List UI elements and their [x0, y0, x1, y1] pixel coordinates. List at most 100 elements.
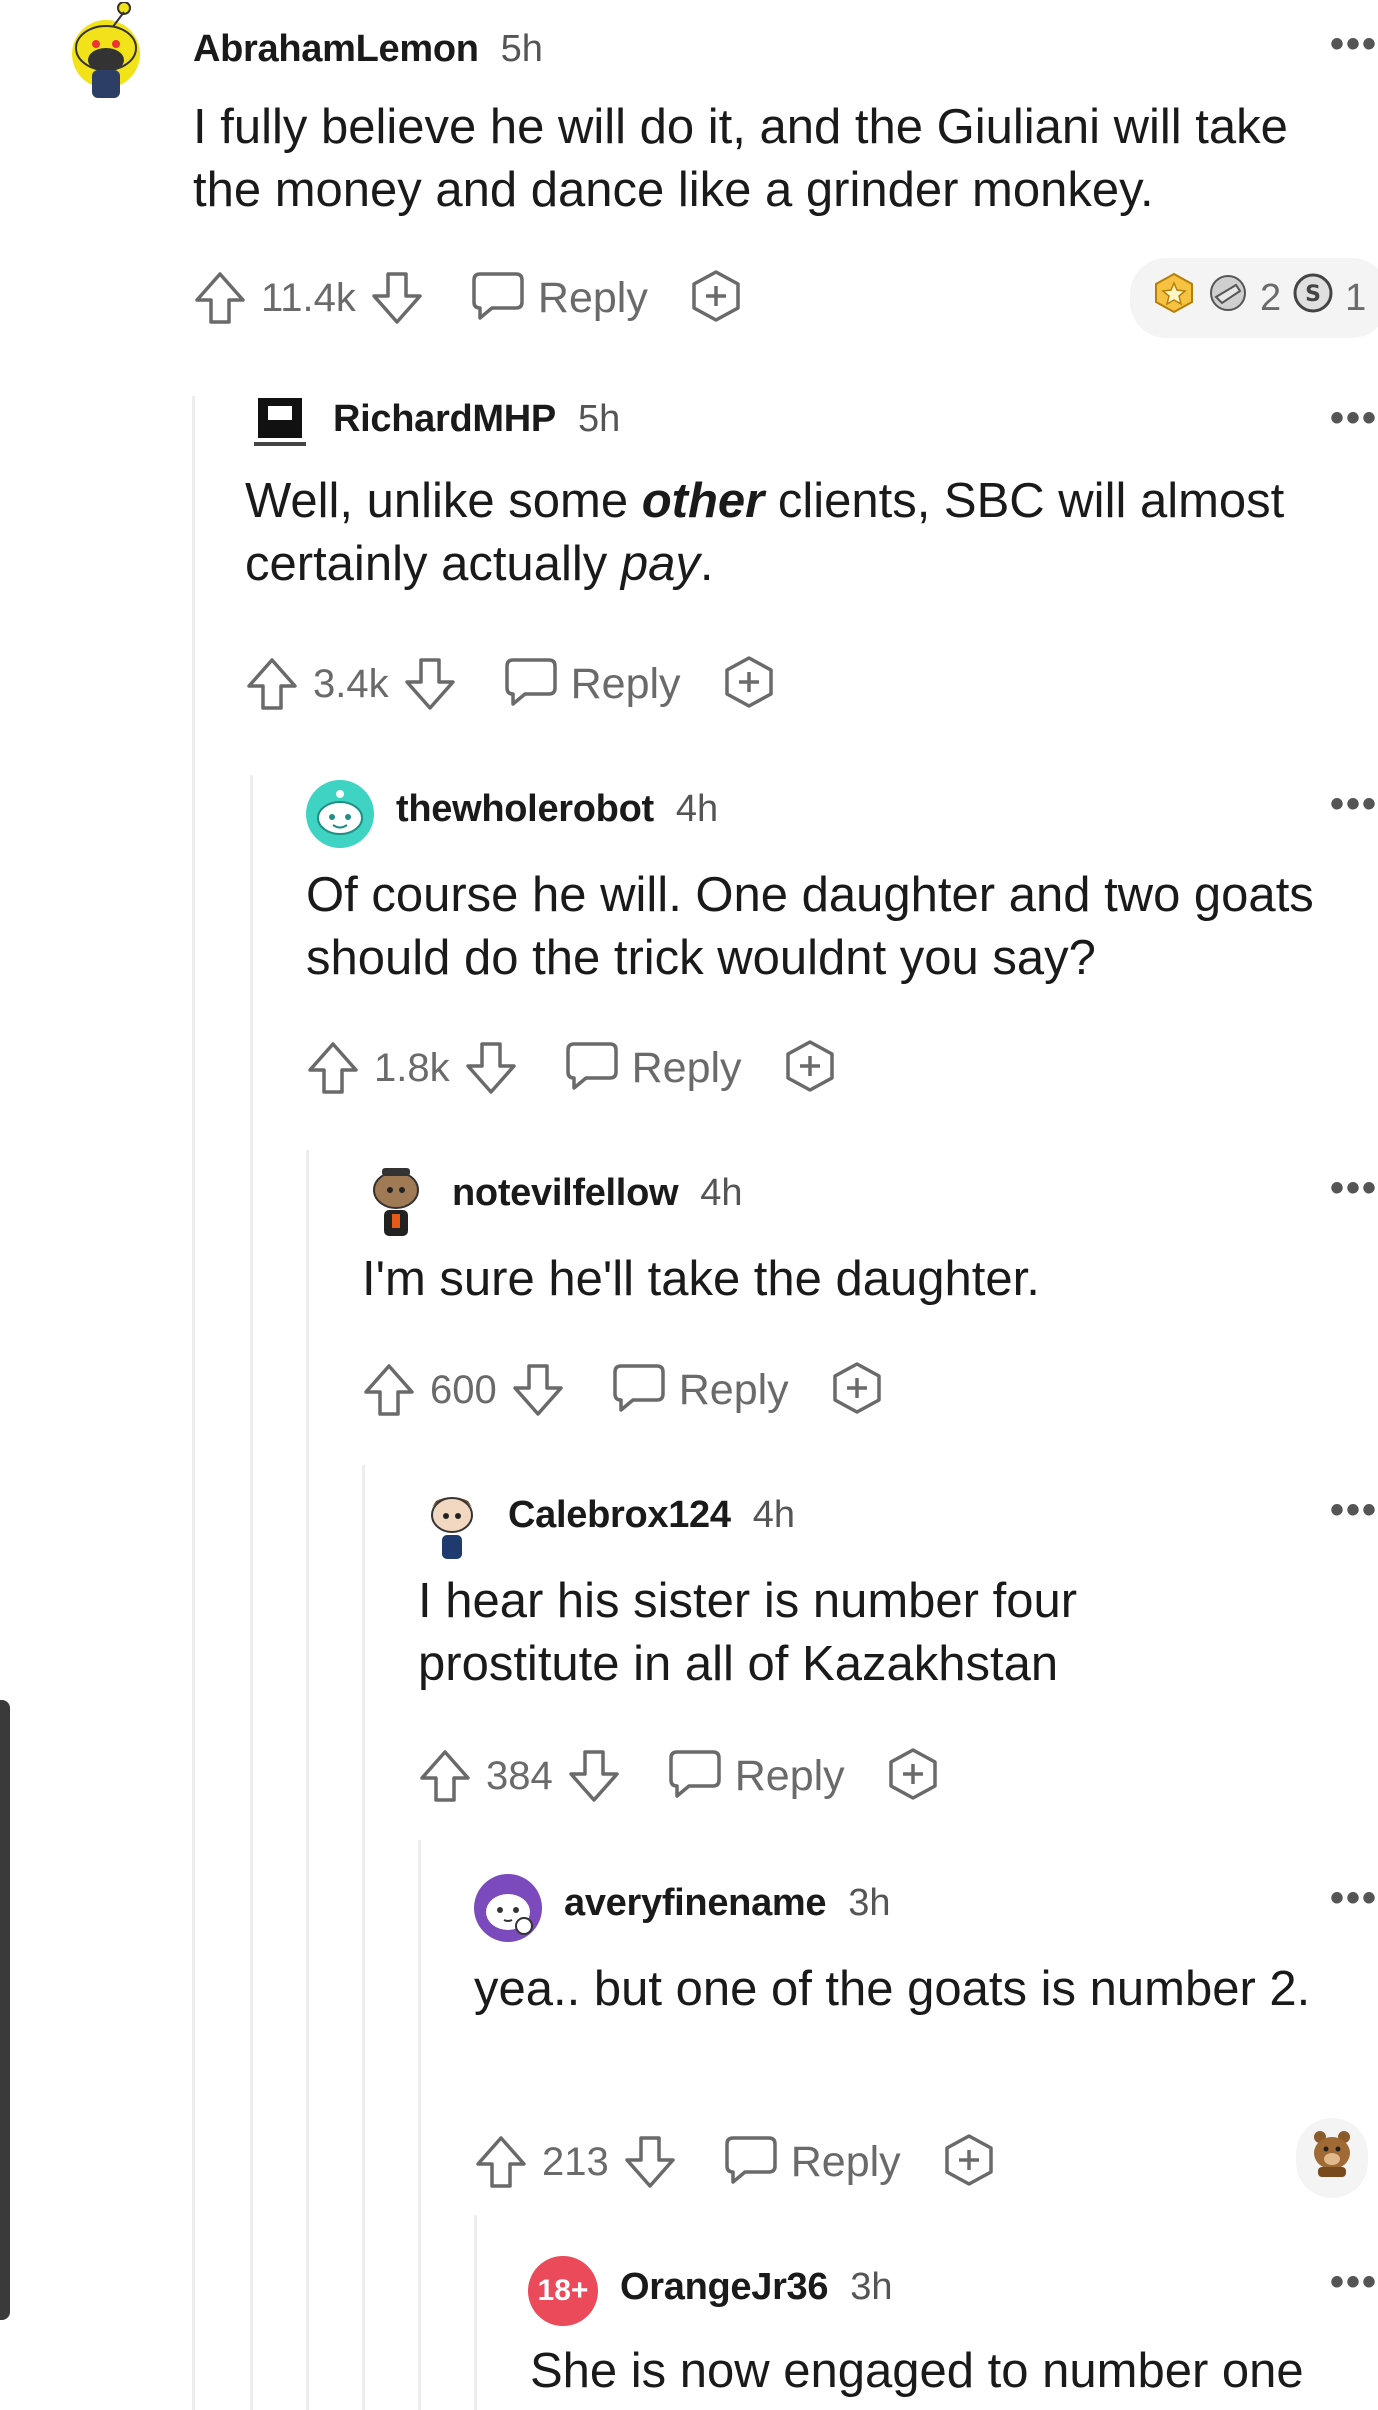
user-avatar[interactable] — [362, 1160, 430, 1236]
more-options-icon[interactable]: ••• — [1330, 1876, 1378, 1921]
reply-label: Reply — [631, 1043, 742, 1092]
comment-body: She is now engaged to number one — [530, 2344, 1304, 2398]
award-plus-icon — [885, 1746, 941, 1807]
awards-summary[interactable] — [1296, 2118, 1368, 2198]
upvote-icon[interactable] — [306, 1040, 360, 1096]
reply-button[interactable]: Reply — [723, 2134, 901, 2191]
timestamp: 4h — [752, 1494, 795, 1536]
more-options-icon[interactable]: ••• — [1330, 2260, 1378, 2305]
user-avatar[interactable] — [306, 780, 374, 848]
reply-bubble-icon — [470, 270, 526, 327]
reply-bubble-icon — [564, 1040, 620, 1097]
award-plus-icon — [782, 1038, 838, 1099]
vote-count: 384 — [486, 1753, 553, 1798]
thread-line-3[interactable] — [306, 1150, 309, 2410]
username[interactable]: AbrahamLemon — [193, 28, 479, 71]
reply-label: Reply — [790, 2137, 901, 2186]
thread-line-4[interactable] — [362, 1465, 365, 2410]
bear-award-icon — [1308, 2127, 1356, 2189]
vote-count: 600 — [430, 1367, 497, 1412]
username[interactable]: thewholerobot — [396, 788, 654, 831]
award-plus-icon — [688, 268, 744, 329]
more-options-icon[interactable]: ••• — [1330, 1488, 1378, 1533]
timestamp: 4h — [700, 1172, 743, 1214]
awards-summary[interactable]: 2 S 1 — [1130, 258, 1378, 338]
downvote-icon[interactable] — [511, 1362, 565, 1418]
gold-award-icon — [1152, 271, 1196, 325]
award-count-b: 1 — [1345, 276, 1367, 319]
upvote-icon[interactable] — [474, 2134, 528, 2190]
upvote-icon[interactable] — [362, 1362, 416, 1418]
body-text-3: . — [699, 537, 714, 591]
downvote-icon[interactable] — [403, 656, 457, 712]
user-avatar[interactable] — [418, 1485, 486, 1559]
user-avatar[interactable] — [474, 1874, 542, 1942]
upvote-icon[interactable] — [193, 270, 247, 326]
timestamp: 3h — [848, 1882, 891, 1924]
reply-bubble-icon — [503, 656, 559, 713]
award-plus-icon — [941, 2132, 997, 2193]
thread-line-6[interactable] — [474, 2215, 477, 2410]
thread-line-1[interactable] — [192, 396, 195, 2410]
timestamp: 5h — [577, 398, 621, 440]
username[interactable]: notevilfellow — [452, 1172, 679, 1215]
comment-body: I'm sure he'll take the daughter. — [362, 1252, 1040, 1306]
award-plus-icon — [829, 1360, 885, 1421]
award-button[interactable] — [782, 1038, 838, 1099]
more-options-icon[interactable]: ••• — [1330, 1166, 1378, 1211]
comment-body: yea.. but one of the goats is number 2. — [474, 1962, 1311, 2016]
timestamp: 4h — [675, 788, 719, 830]
silver-award-icon: S — [1291, 271, 1335, 325]
upvote-icon[interactable] — [418, 1748, 472, 1804]
vote-count: 213 — [542, 2139, 609, 2184]
body-text-1: Well, unlike some — [245, 474, 642, 528]
downvote-icon[interactable] — [623, 2134, 677, 2190]
svg-text:S: S — [1305, 282, 1321, 307]
downvote-icon[interactable] — [370, 270, 424, 326]
body-emphasis-pay: pay — [620, 537, 700, 591]
reply-button[interactable]: Reply — [564, 1040, 742, 1097]
username[interactable]: averyfinename — [564, 1882, 827, 1925]
thread-line-5[interactable] — [418, 1840, 421, 2410]
award-button[interactable] — [721, 654, 777, 715]
vote-count: 11.4k — [261, 275, 356, 320]
more-options-icon[interactable]: ••• — [1330, 22, 1378, 67]
username[interactable]: OrangeJr36 — [620, 2266, 829, 2309]
upvote-icon[interactable] — [245, 656, 299, 712]
reply-label: Reply — [734, 1751, 845, 1800]
comment-body: I fully believe he will do it, and the G… — [193, 100, 1288, 217]
more-options-icon[interactable]: ••• — [1330, 396, 1378, 441]
award-button[interactable] — [941, 2132, 997, 2193]
vote-count: 3.4k — [313, 661, 389, 706]
scrollbar[interactable] — [0, 1700, 10, 2320]
reply-label: Reply — [570, 659, 681, 708]
body-emphasis-other: other — [641, 474, 765, 528]
more-options-icon[interactable]: ••• — [1330, 782, 1378, 827]
username[interactable]: Calebrox124 — [508, 1494, 731, 1537]
downvote-icon[interactable] — [464, 1040, 518, 1096]
reply-button[interactable]: Reply — [470, 270, 648, 327]
reply-label: Reply — [678, 1365, 789, 1414]
user-avatar[interactable] — [250, 392, 318, 460]
nsfw-avatar-badge[interactable]: 18+ — [528, 2256, 598, 2326]
reply-button[interactable]: Reply — [667, 1748, 845, 1805]
reply-bubble-icon — [667, 1748, 723, 1805]
reply-label: Reply — [537, 273, 648, 322]
award-button[interactable] — [885, 1746, 941, 1807]
award-plus-icon — [721, 654, 777, 715]
thread-line-2[interactable] — [250, 775, 253, 2410]
facepalm-award-icon — [1206, 271, 1250, 325]
downvote-icon[interactable] — [567, 1748, 621, 1804]
username[interactable]: RichardMHP — [333, 398, 556, 441]
award-count-a: 2 — [1260, 276, 1282, 319]
reply-button[interactable]: Reply — [611, 1362, 789, 1419]
reply-button[interactable]: Reply — [503, 656, 681, 713]
award-button[interactable] — [829, 1360, 885, 1421]
comment-body: Well, unlike some other clients, SBC wil… — [245, 470, 1365, 596]
reply-bubble-icon — [723, 2134, 779, 2191]
timestamp: 5h — [500, 28, 543, 70]
user-avatar[interactable] — [72, 2, 140, 98]
timestamp: 3h — [850, 2266, 893, 2308]
vote-count: 1.8k — [374, 1045, 450, 1090]
award-button[interactable] — [688, 268, 744, 329]
